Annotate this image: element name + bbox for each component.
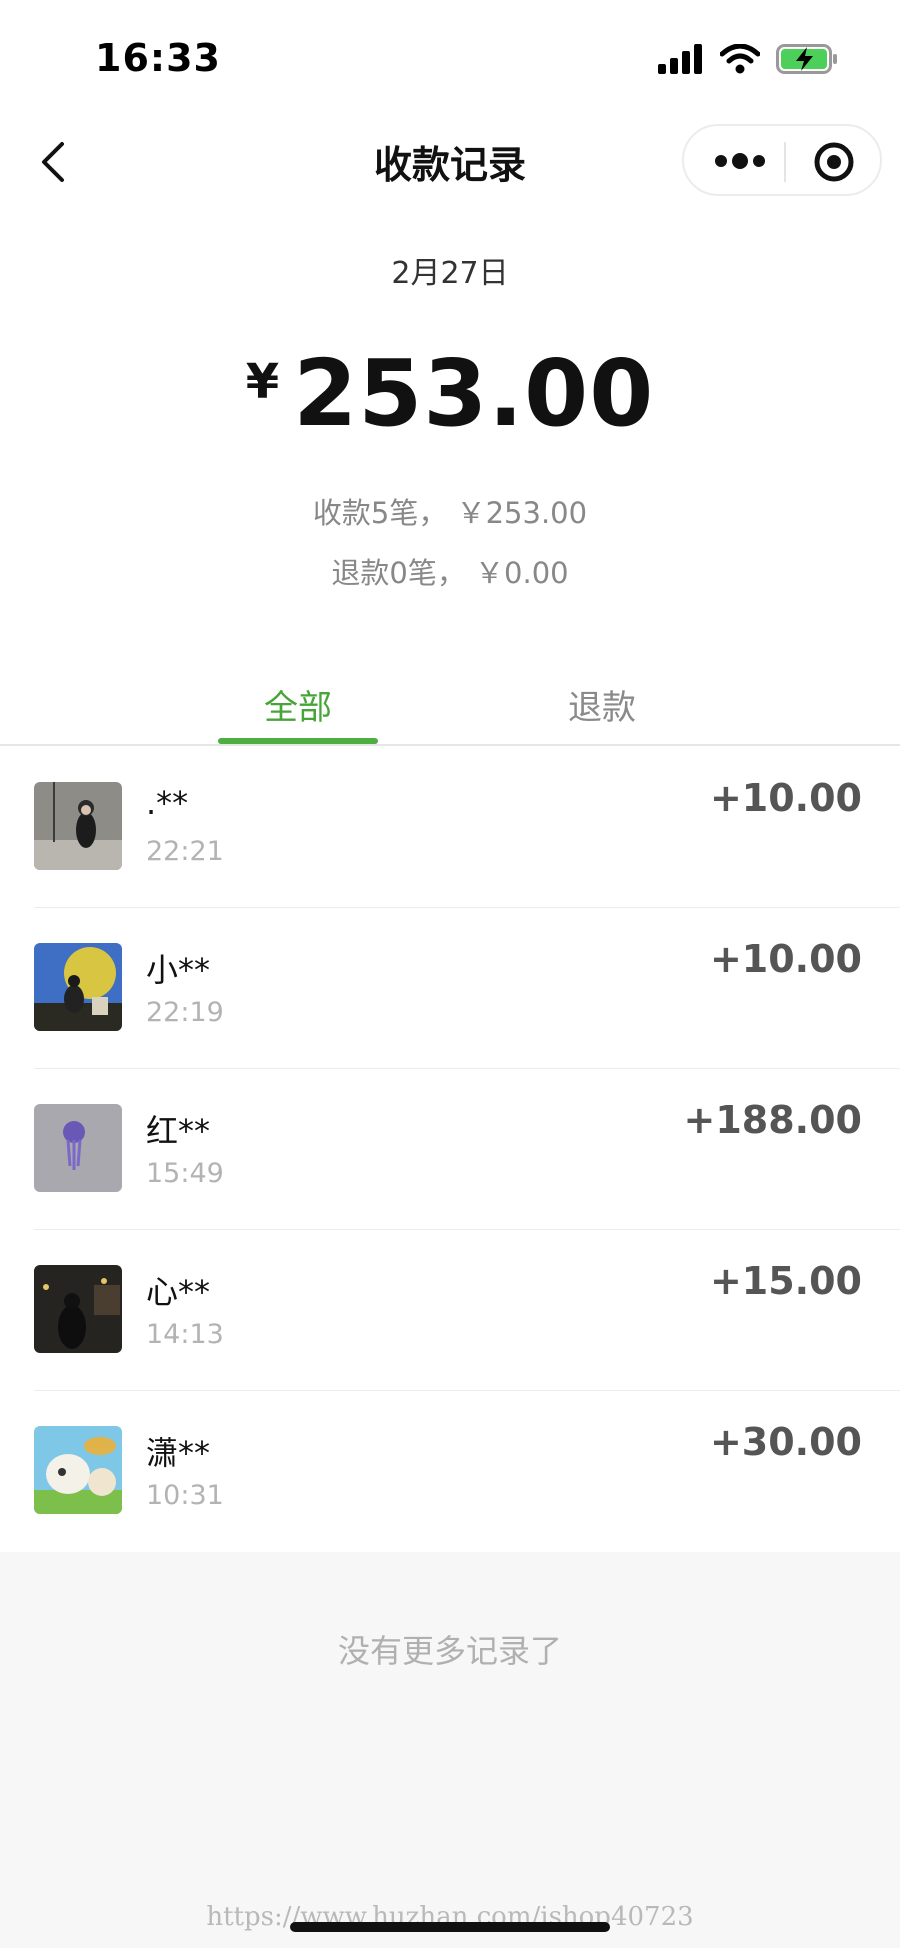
received-summary: 收款5笔， ￥253.00 <box>312 496 588 530</box>
close-mini-program-button[interactable] <box>812 140 856 184</box>
list-item[interactable]: 心** 14:13 +15.00 <box>0 1229 900 1390</box>
filter-tabs: 全部 退款 <box>0 670 900 746</box>
payment-time: 15:49 <box>146 1158 224 1189</box>
active-tab-indicator <box>218 738 378 744</box>
payment-time: 10:31 <box>146 1480 224 1511</box>
wifi-icon <box>720 44 760 74</box>
payment-amount: +10.00 <box>709 776 862 820</box>
avatar <box>34 1104 122 1192</box>
payment-amount: +188.00 <box>683 1098 862 1142</box>
payer-name: 小** <box>146 951 211 989</box>
payment-time: 22:19 <box>146 997 224 1028</box>
total-amount: ¥253.00 <box>0 340 900 450</box>
list-item[interactable]: 小** 22:19 +10.00 <box>0 907 900 1068</box>
payer-name: 潇** <box>146 1434 211 1472</box>
avatar <box>34 943 122 1031</box>
total-value: 253.00 <box>293 340 655 447</box>
list-item[interactable]: 潇** 10:31 +30.00 <box>0 1390 900 1551</box>
battery-charging-icon <box>776 44 837 74</box>
record-list: .** 22:21 +10.00 小** 22:19 +10.00 红** 15… <box>0 746 900 1551</box>
payer-name: 红** <box>146 1112 211 1150</box>
avatar <box>34 782 122 870</box>
list-item[interactable]: 红** 15:49 +188.00 <box>0 1068 900 1229</box>
payment-amount: +10.00 <box>709 937 862 981</box>
summary-date: 2月27日 <box>391 256 509 291</box>
payment-time: 14:13 <box>146 1319 224 1350</box>
list-item[interactable]: .** 22:21 +10.00 <box>0 746 900 907</box>
refund-summary: 退款0笔， ￥0.00 <box>331 556 569 590</box>
list-footer: 没有更多记录了 https://www.huzhan.com/ishop4072… <box>0 1552 900 1948</box>
payer-name: 心** <box>146 1273 211 1311</box>
target-icon <box>814 142 854 182</box>
payer-name: .** <box>146 784 189 822</box>
more-button[interactable] <box>712 142 772 180</box>
payment-amount: +15.00 <box>709 1259 862 1303</box>
status-time: 16:33 <box>95 36 221 80</box>
tab-refund[interactable]: 退款 <box>522 680 682 729</box>
capsule-divider <box>784 142 786 182</box>
mini-program-capsule <box>682 124 882 196</box>
payment-amount: +30.00 <box>709 1420 862 1464</box>
status-bar: 16:33 <box>0 0 900 110</box>
more-dots-icon <box>715 153 765 169</box>
currency-symbol: ¥ <box>245 354 280 410</box>
no-more-records-text: 没有更多记录了 <box>337 1632 562 1670</box>
home-indicator[interactable] <box>290 1922 610 1932</box>
avatar <box>34 1265 122 1353</box>
payment-time: 22:21 <box>146 836 224 867</box>
signal-icon <box>658 44 702 74</box>
tab-all[interactable]: 全部 <box>218 680 378 729</box>
nav-bar: 收款记录 <box>0 118 900 204</box>
status-icons <box>658 44 838 74</box>
avatar <box>34 1426 122 1514</box>
